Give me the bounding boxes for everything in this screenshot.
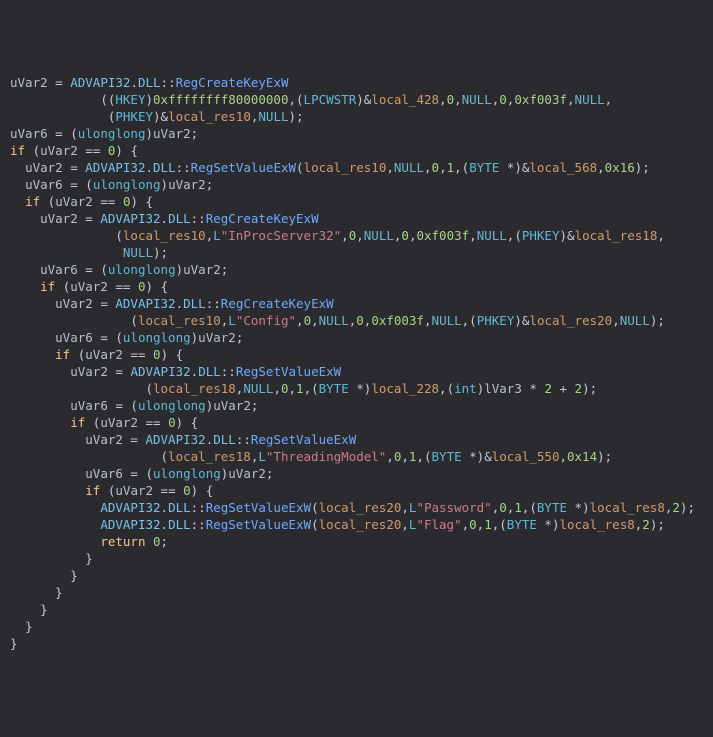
code-line: uVar6 = (ulonglong)uVar2; (10, 397, 703, 414)
code-line: (local_res18,L"ThreadingModel",0,1,(BYTE… (10, 448, 703, 465)
code-line: uVar6 = (ulonglong)uVar2; (10, 125, 703, 142)
decompiled-code-view: uVar2 = ADVAPI32.DLL::RegCreateKeyExW ((… (10, 74, 703, 652)
code-line: if (uVar2 == 0) { (10, 193, 703, 210)
code-line: } (10, 635, 703, 652)
code-line: } (10, 584, 703, 601)
code-line: uVar2 = ADVAPI32.DLL::RegSetValueExW (10, 431, 703, 448)
code-line: if (uVar2 == 0) { (10, 142, 703, 159)
code-line: uVar2 = ADVAPI32.DLL::RegSetValueExW(loc… (10, 159, 703, 176)
code-line: if (uVar2 == 0) { (10, 414, 703, 431)
code-line: (PHKEY)&local_res10,NULL); (10, 108, 703, 125)
code-line: uVar6 = (ulonglong)uVar2; (10, 329, 703, 346)
code-line: uVar6 = (ulonglong)uVar2; (10, 465, 703, 482)
code-line: } (10, 618, 703, 635)
code-line: ADVAPI32.DLL::RegSetValueExW(local_res20… (10, 516, 703, 533)
code-line: if (uVar2 == 0) { (10, 482, 703, 499)
code-line: (local_res18,NULL,0,1,(BYTE *)local_228,… (10, 380, 703, 397)
code-line: uVar2 = ADVAPI32.DLL::RegCreateKeyExW (10, 74, 703, 91)
code-line: } (10, 601, 703, 618)
code-line: uVar2 = ADVAPI32.DLL::RegCreateKeyExW (10, 295, 703, 312)
code-line: } (10, 550, 703, 567)
code-line: if (uVar2 == 0) { (10, 278, 703, 295)
code-line: if (uVar2 == 0) { (10, 346, 703, 363)
code-line: NULL); (10, 244, 703, 261)
code-line: (local_res10,L"Config",0,NULL,0,0xf003f,… (10, 312, 703, 329)
code-line: return 0; (10, 533, 703, 550)
code-line: uVar2 = ADVAPI32.DLL::RegCreateKeyExW (10, 210, 703, 227)
code-line: ((HKEY)0xffffffff80000000,(LPCWSTR)&loca… (10, 91, 703, 108)
code-line: ADVAPI32.DLL::RegSetValueExW(local_res20… (10, 499, 703, 516)
code-line: uVar2 = ADVAPI32.DLL::RegSetValueExW (10, 363, 703, 380)
code-line: } (10, 567, 703, 584)
code-line: (local_res10,L"InProcServer32",0,NULL,0,… (10, 227, 703, 244)
code-line: uVar6 = (ulonglong)uVar2; (10, 261, 703, 278)
code-line: uVar6 = (ulonglong)uVar2; (10, 176, 703, 193)
